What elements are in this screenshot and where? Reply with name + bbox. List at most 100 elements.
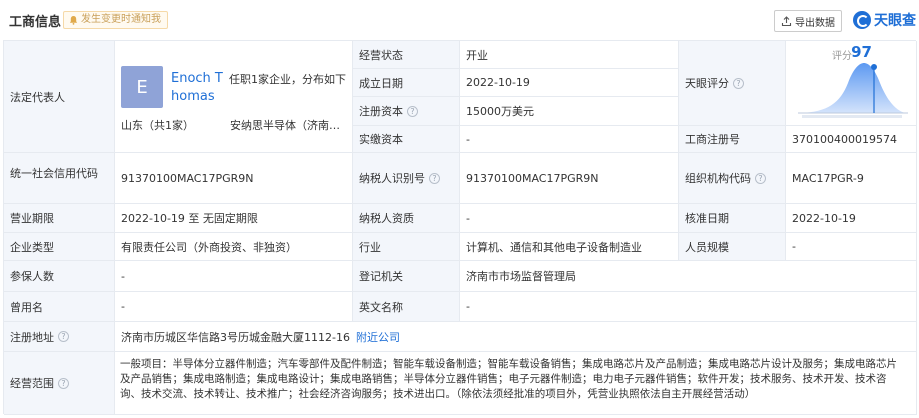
tianyan-label-cell: 天眼评分?: [679, 41, 786, 126]
taxpayer-qual-value: -: [466, 211, 470, 225]
term-label: 营业期限: [10, 212, 54, 225]
credit-code-value-cell: 91370100MAC17PGR9N: [115, 153, 353, 204]
industry-label-cell: 行业: [353, 233, 460, 261]
approval-value: 2022-10-19: [792, 211, 856, 225]
taxpayer-id-value-cell: 91370100MAC17PGR9N: [460, 153, 679, 204]
legal-rep-desc: 任职1家企业，分布如下: [229, 73, 346, 86]
insured-label: 参保人数: [10, 270, 54, 283]
tianyancha-logo: 天眼查: [853, 9, 916, 31]
insured-label-cell: 参保人数: [4, 261, 115, 292]
industry-value-cell: 计算机、通信和其他电子设备制造业: [460, 233, 679, 261]
paid-value: -: [466, 132, 470, 146]
paid-value-cell: -: [460, 126, 679, 153]
taxpayer-qual-label-cell: 纳税人资质: [353, 204, 460, 233]
bell-icon: [69, 15, 78, 25]
org-code-label-cell: 组织机构代码?: [679, 153, 786, 204]
capital-value: 15000万美元: [466, 105, 534, 118]
export-button[interactable]: 导出数据: [774, 10, 842, 32]
tianyancha-logo-icon: [853, 11, 871, 29]
status-label-cell: 经营状态: [353, 41, 460, 69]
legal-rep-name-link[interactable]: Enoch Thomas: [171, 70, 227, 106]
former-label: 曾用名: [10, 300, 43, 314]
tianyan-score-widget[interactable]: 评分 97: [788, 43, 912, 121]
section-header: 工商信息 发生变更时通知我 导出数据 天眼查: [0, 0, 919, 40]
approval-value-cell: 2022-10-19: [786, 204, 917, 233]
help-icon[interactable]: ?: [733, 77, 744, 89]
legal-rep-label-cell: 法定代表人: [4, 41, 115, 153]
former-label-cell: 曾用名: [4, 292, 115, 322]
capital-label-cell: 注册资本?: [353, 97, 460, 126]
reg-no-label: 工商注册号: [685, 133, 740, 146]
former-value: -: [121, 300, 125, 313]
nearby-companies-link[interactable]: 附近公司: [356, 329, 400, 345]
english-value: -: [466, 300, 470, 313]
scope-label: 经营范围: [10, 377, 54, 390]
staff-value-cell: -: [786, 233, 917, 261]
credit-code-value: 91370100MAC17PGR9N: [121, 171, 254, 185]
notify-button[interactable]: 发生变更时通知我: [63, 11, 168, 29]
authority-label: 登记机关: [359, 270, 403, 283]
paid-label-cell: 实缴资本: [353, 126, 460, 153]
help-icon[interactable]: ?: [58, 331, 69, 342]
scope-value: 一般项目：半导体分立器件制造；汽车零部件及配件制造；智能车载设备制造；智能车载设…: [120, 358, 897, 400]
english-value-cell: -: [460, 292, 917, 322]
approval-label: 核准日期: [685, 212, 729, 225]
approval-label-cell: 核准日期: [679, 204, 786, 233]
export-label: 导出数据: [795, 17, 835, 29]
founded-label-cell: 成立日期: [353, 69, 460, 97]
founded-label: 成立日期: [359, 76, 403, 90]
taxpayer-qual-value-cell: -: [460, 204, 679, 233]
org-code-label: 组织机构代码: [685, 172, 751, 185]
address-label: 注册地址: [10, 330, 54, 344]
insured-value-cell: -: [115, 261, 353, 292]
section-title: 工商信息: [9, 15, 62, 30]
avatar[interactable]: E: [121, 66, 163, 108]
notify-label: 发生变更时通知我: [81, 14, 161, 25]
taxpayer-id-label-cell: 纳税人识别号?: [353, 153, 460, 204]
staff-label-cell: 人员规模: [679, 233, 786, 261]
insured-value: -: [121, 269, 125, 283]
type-value: 有限责任公司（外商投资、非独资）: [121, 240, 297, 254]
authority-value-cell: 济南市市场监督管理局: [460, 261, 917, 292]
taxpayer-id-label: 纳税人识别号: [359, 172, 425, 185]
staff-value: -: [792, 240, 796, 253]
address-value-cell: 济南市历城区华信路3号历城金融大厦1112-16 附近公司: [115, 322, 917, 352]
staff-label: 人员规模: [685, 240, 729, 254]
authority-value: 济南市市场监督管理局: [466, 270, 576, 283]
term-label-cell: 营业期限: [4, 204, 115, 233]
legal-rep-label: 法定代表人: [10, 90, 65, 104]
taxpayer-qual-label: 纳税人资质: [359, 212, 414, 225]
english-label-cell: 英文名称: [353, 292, 460, 322]
paid-label: 实缴资本: [359, 133, 403, 146]
help-icon[interactable]: ?: [407, 105, 418, 117]
org-code-value: MAC17PGR-9: [792, 171, 864, 185]
type-label-cell: 企业类型: [4, 233, 115, 261]
help-icon[interactable]: ?: [58, 377, 69, 389]
industry-label: 行业: [359, 240, 381, 254]
former-value-cell: -: [115, 292, 353, 322]
capital-label: 注册资本: [359, 105, 403, 118]
type-value-cell: 有限责任公司（外商投资、非独资）: [115, 233, 353, 261]
help-icon[interactable]: ?: [755, 172, 766, 184]
legal-rep-company[interactable]: 安纳思半导体（济南…: [230, 117, 340, 133]
credit-code-label: 统一社会信用代码: [10, 167, 98, 180]
status-value: 开业: [466, 48, 488, 62]
status-value-cell: 开业: [460, 41, 679, 69]
term-value: 2022-10-19 至 无固定期限: [121, 212, 258, 225]
help-icon[interactable]: ?: [429, 172, 440, 184]
reg-no-value: 370100400019574: [792, 132, 897, 146]
logo-text: 天眼查: [874, 13, 916, 29]
address-label-cell: 注册地址?: [4, 322, 115, 352]
org-code-value-cell: MAC17PGR-9: [786, 153, 917, 204]
founded-value: 2022-10-19: [466, 76, 530, 89]
score-distribution-chart: [798, 63, 908, 118]
capital-value-cell: 15000万美元: [460, 97, 679, 126]
term-value-cell: 2022-10-19 至 无固定期限: [115, 204, 353, 233]
type-label: 企业类型: [10, 240, 54, 254]
reg-no-label-cell: 工商注册号: [679, 126, 786, 153]
export-icon: [781, 15, 792, 26]
reg-no-value-cell: 370100400019574: [786, 126, 917, 153]
status-label: 经营状态: [359, 48, 403, 62]
industry-value: 计算机、通信和其他电子设备制造业: [466, 240, 642, 254]
authority-label-cell: 登记机关: [353, 261, 460, 292]
